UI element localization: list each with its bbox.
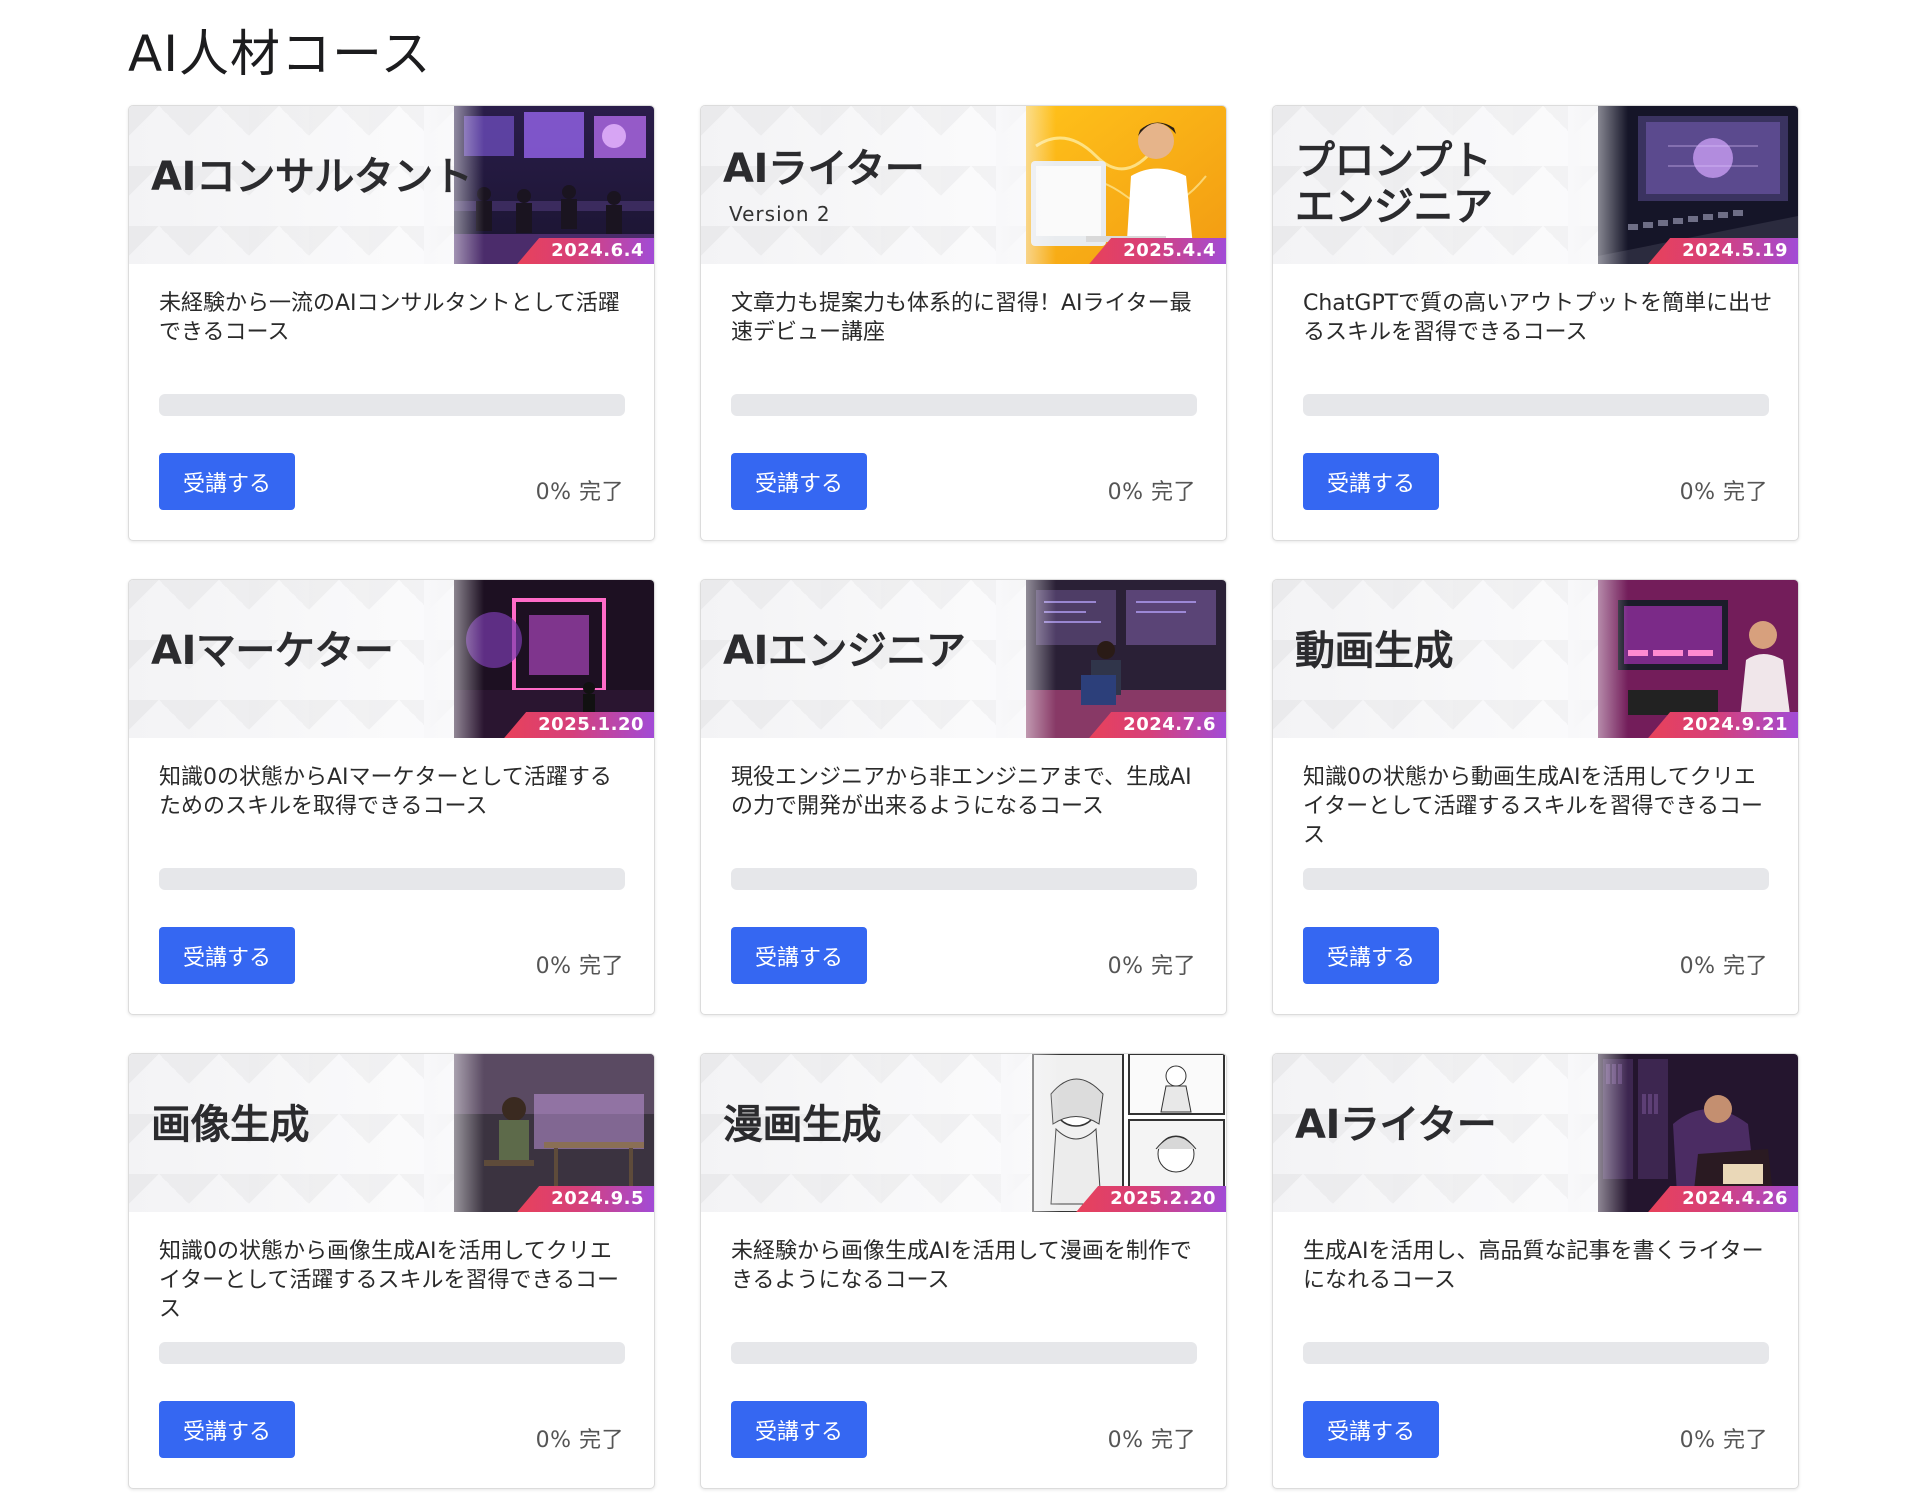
completion-status: 0% 完了 <box>1680 948 1768 980</box>
course-description: 未経験から一流のAIコンサルタントとして活躍できるコース <box>159 291 620 345</box>
progress-bar <box>731 1342 1197 1364</box>
course-banner-title: 画像生成 <box>151 1102 310 1148</box>
course-banner-subtitle: Version 2 <box>729 202 831 226</box>
completion-status: 0% 完了 <box>1680 474 1768 506</box>
completion-status: 0% 完了 <box>1680 1422 1768 1454</box>
course-banner[interactable]: 漫画生成 2025.2.20 <box>701 1054 1226 1212</box>
release-date-badge: 2025.4.4 <box>1089 238 1226 264</box>
enroll-button[interactable]: 受講する <box>731 927 867 984</box>
page-title: AI人材コース <box>128 25 432 83</box>
completion-label: 完了 <box>1150 480 1196 505</box>
release-date-badge: 2024.6.4 <box>517 238 654 264</box>
course-banner[interactable]: AIエンジニア 2024.7.6 <box>701 580 1226 738</box>
completion-percent: 0% <box>1679 1428 1716 1453</box>
completion-percent: 0% <box>535 480 572 505</box>
progress-bar <box>1303 394 1769 416</box>
progress-bar <box>1303 1342 1769 1364</box>
course-description: 文章力も提案力も体系的に習得！AIライター最速デビュー講座 <box>731 291 1192 345</box>
completion-label: 完了 <box>1150 954 1196 979</box>
enroll-button[interactable]: 受講する <box>731 1401 867 1458</box>
course-description: 知識0の状態から動画生成AIを活用してクリエイターとして活躍するスキルを習得でき… <box>1303 765 1764 848</box>
course-card[interactable]: 漫画生成 2025.2.20 未経験から画像生成AIを活用して漫画を制作できるよ… <box>700 1053 1227 1489</box>
course-description: ChatGPTで質の高いアウトプットを簡単に出せるスキルを習得できるコース <box>1303 291 1773 345</box>
course-description: 知識0の状態から画像生成AIを活用してクリエイターとして活躍するスキルを習得でき… <box>159 1239 620 1322</box>
course-description: 知識0の状態からAIマーケターとして活躍するためのスキルを取得できるコース <box>159 765 612 819</box>
course-banner-title: 動画生成 <box>1295 628 1454 674</box>
release-date-badge: 2025.1.20 <box>504 712 654 738</box>
completion-percent: 0% <box>1107 1428 1144 1453</box>
course-card[interactable]: 動画生成 2024.9.21 知識0の状態から動画生成AIを活用してクリエイター… <box>1272 579 1799 1015</box>
completion-status: 0% 完了 <box>1108 1422 1196 1454</box>
course-description: 現役エンジニアから非エンジニアまで、生成AIの力で開発が出来るようになるコース <box>731 765 1192 819</box>
course-banner[interactable]: 動画生成 2024.9.21 <box>1273 580 1798 738</box>
course-banner-title: AIライター <box>723 146 925 192</box>
progress-bar <box>159 1342 625 1364</box>
course-card[interactable]: プロンプト エンジニア 2024.5.19 ChatGPTで質の高いアウトプット… <box>1272 105 1799 541</box>
release-date-badge: 2024.7.6 <box>1089 712 1226 738</box>
progress-bar <box>159 868 625 890</box>
course-banner[interactable]: AIライター 2024.4.26 <box>1273 1054 1798 1212</box>
course-card[interactable]: AIマーケター 2025.1.20 知識0の状態からAIマーケターとして活躍する… <box>128 579 655 1015</box>
completion-label: 完了 <box>1722 480 1768 505</box>
course-card[interactable]: 画像生成 2024.9.5 知識0の状態から画像生成AIを活用してクリエイターと… <box>128 1053 655 1489</box>
course-banner[interactable]: AIコンサルタント 2024.6.4 <box>129 106 654 264</box>
course-banner[interactable]: AIマーケター 2025.1.20 <box>129 580 654 738</box>
release-date-badge: 2024.9.21 <box>1648 712 1798 738</box>
completion-percent: 0% <box>1679 954 1716 979</box>
progress-bar <box>731 394 1197 416</box>
completion-percent: 0% <box>1107 480 1144 505</box>
enroll-button[interactable]: 受講する <box>1303 453 1439 510</box>
completion-percent: 0% <box>1679 480 1716 505</box>
completion-label: 完了 <box>578 1428 624 1453</box>
course-banner-title: プロンプト エンジニア <box>1295 138 1493 230</box>
enroll-button[interactable]: 受講する <box>159 927 295 984</box>
progress-bar <box>159 394 625 416</box>
enroll-button[interactable]: 受講する <box>1303 1401 1439 1458</box>
completion-label: 完了 <box>1722 954 1768 979</box>
course-banner[interactable]: プロンプト エンジニア 2024.5.19 <box>1273 106 1798 264</box>
progress-bar <box>1303 868 1769 890</box>
completion-status: 0% 完了 <box>536 474 624 506</box>
course-banner-title: AIエンジニア <box>723 628 966 674</box>
course-card[interactable]: AIコンサルタント 2024.6.4 未経験から一流のAIコンサルタントとして活… <box>128 105 655 541</box>
course-banner[interactable]: 画像生成 2024.9.5 <box>129 1054 654 1212</box>
course-banner-title: AIコンサルタント <box>151 154 473 200</box>
enroll-button[interactable]: 受講する <box>159 453 295 510</box>
progress-bar <box>731 868 1197 890</box>
release-date-badge: 2024.5.19 <box>1648 238 1798 264</box>
completion-percent: 0% <box>535 1428 572 1453</box>
enroll-button[interactable]: 受講する <box>731 453 867 510</box>
completion-percent: 0% <box>535 954 572 979</box>
course-banner[interactable]: AIライター Version 2 2025.4.4 <box>701 106 1226 264</box>
course-description: 未経験から画像生成AIを活用して漫画を制作できるようになるコース <box>731 1239 1192 1293</box>
completion-percent: 0% <box>1107 954 1144 979</box>
course-banner-title: 漫画生成 <box>723 1102 882 1148</box>
course-description: 生成AIを活用し、高品質な記事を書くライターになれるコース <box>1303 1239 1764 1293</box>
enroll-button[interactable]: 受講する <box>159 1401 295 1458</box>
completion-label: 完了 <box>578 954 624 979</box>
completion-status: 0% 完了 <box>1108 474 1196 506</box>
course-grid: AIコンサルタント 2024.6.4 未経験から一流のAIコンサルタントとして活… <box>128 105 1799 1489</box>
completion-status: 0% 完了 <box>536 948 624 980</box>
release-date-badge: 2025.2.20 <box>1076 1186 1226 1212</box>
course-banner-title: AIマーケター <box>151 628 394 674</box>
completion-status: 0% 完了 <box>536 1422 624 1454</box>
release-date-badge: 2024.4.26 <box>1648 1186 1798 1212</box>
enroll-button[interactable]: 受講する <box>1303 927 1439 984</box>
completion-label: 完了 <box>1722 1428 1768 1453</box>
release-date-badge: 2024.9.5 <box>517 1186 654 1212</box>
course-card[interactable]: AIライター Version 2 2025.4.4 文章力も提案力も体系的に習得… <box>700 105 1227 541</box>
course-card[interactable]: AIエンジニア 2024.7.6 現役エンジニアから非エンジニアまで、生成AIの… <box>700 579 1227 1015</box>
course-banner-title: AIライター <box>1295 1102 1497 1148</box>
completion-label: 完了 <box>1150 1428 1196 1453</box>
course-card[interactable]: AIライター 2024.4.26 生成AIを活用し、高品質な記事を書くライターに… <box>1272 1053 1799 1489</box>
completion-status: 0% 完了 <box>1108 948 1196 980</box>
completion-label: 完了 <box>578 480 624 505</box>
